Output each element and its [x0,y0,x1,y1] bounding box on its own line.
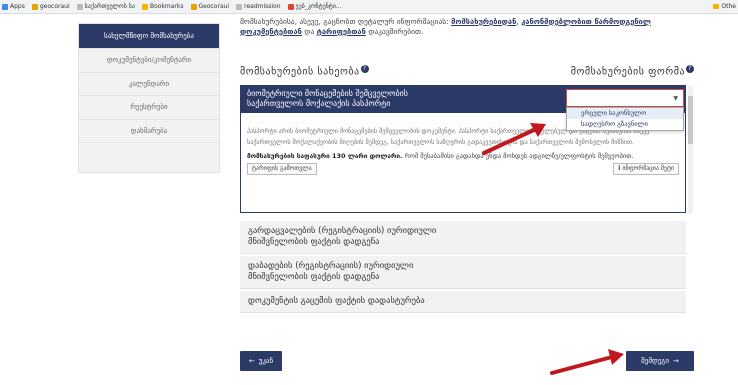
plus-icon [287,3,294,10]
scrollbar-thumb[interactable] [688,96,693,144]
other-bookmarks[interactable]: Othe [713,3,736,10]
services-link[interactable]: მომსახურებიდან [451,17,516,26]
service-card-passport: ბიომეტრიული მონაცემების შემცველობის საქა… [240,85,693,214]
column-headers: მომსახურების სახეობა? მომსახურების ფორმა… [240,65,694,81]
help-icon[interactable]: ? [360,65,369,73]
bookmarks-bar: Apps geocoraui საქართველოს სა Bookmarks … [0,0,738,14]
bookmark-apps[interactable]: Apps [2,3,25,10]
tariff-calc-button[interactable]: ტარიფის გამოთვლა [247,163,317,175]
arrow-right-icon: → [672,357,679,365]
service-card-actions: ტარიფის გამოთვლა i ინფორმაცია მეტი [241,163,685,177]
bookmark-geocoraui-2[interactable]: Geocoraui [190,3,229,10]
sidebar-item-registries[interactable]: რეესტრები [79,96,219,120]
next-button[interactable]: შემდეგი → [626,351,694,371]
sidebar-item-calendar[interactable]: კალენდარი [79,73,219,96]
star-icon [141,3,148,10]
intro-text: მომსახურებისა, ასევე, გაცნობთ დეტალურ ინ… [240,17,651,36]
service-item-document-fact[interactable]: დოკუმენტის გაცემის ფაქტის დადასტურება [240,291,686,313]
page-icon [236,3,243,10]
sidebar-item-documents[interactable]: დოკუმენტები/კომენტარი [79,49,219,73]
tariffs-link[interactable]: ტარიფებთან [317,27,366,36]
sidebar-item-help[interactable]: დახმარება [79,120,219,143]
bookmark-readmission[interactable]: readmission [236,3,281,10]
scrollbar[interactable] [688,86,693,214]
dropdown-option[interactable]: სადღესრო გზავნილი [567,119,683,130]
star-icon [190,3,197,10]
annotation-arrow-dropdown [482,123,546,155]
service-price: მომსახურების საფასური 130 ლარი დოლარი. რ… [247,152,634,160]
service-item-birth-fact[interactable]: დაბადების (რეგისტრაციის) იურიდიული მნიშვ… [240,256,686,289]
bookmark-bookmarks[interactable]: Bookmarks [141,3,184,10]
page: სახელმწიფო მომსახურება დოკუმენტები/კომენ… [0,15,738,385]
service-form-dropdown: ვრცელი საკონსულო სადღესრო გზავნილი [566,107,684,131]
service-type-heading: მომსახურების სახეობა? [240,65,369,77]
service-item-death-fact[interactable]: გარდაცვალების (რეგისტრაციის) იურიდიული მ… [240,221,686,254]
star-icon [31,3,38,10]
page-icon [76,3,83,10]
bookmark-geocoraui[interactable]: geocoraui [31,3,70,10]
apps-icon [2,3,8,10]
annotation-arrow-next [550,349,624,375]
arrow-left-icon: ← [248,357,255,365]
more-info-button[interactable]: i ინფორმაცია მეტი [613,163,679,175]
sidebar-item-state-services[interactable]: სახელმწიფო მომსახურება [79,24,219,49]
sidebar: სახელმწიფო მომსახურება დოკუმენტები/კომენ… [78,23,220,173]
main-content: მომსახურებისა, ასევე, გაცნობთ დეტალურ ინ… [240,15,694,313]
dropdown-option[interactable]: ვრცელი საკონსულო [567,108,683,119]
help-icon[interactable]: ? [686,65,694,73]
bookmark-page[interactable]: საქართველოს სა [76,3,135,10]
folder-icon [713,4,720,9]
service-form-select[interactable]: ▼ [566,89,684,107]
bookmark-web-content[interactable]: ვებ_კონტენტი... [287,3,342,10]
back-button[interactable]: ← უკან [240,351,282,371]
service-form-heading: მომსახურების ფორმა? [571,65,694,77]
chevron-down-icon: ▼ [673,95,678,102]
